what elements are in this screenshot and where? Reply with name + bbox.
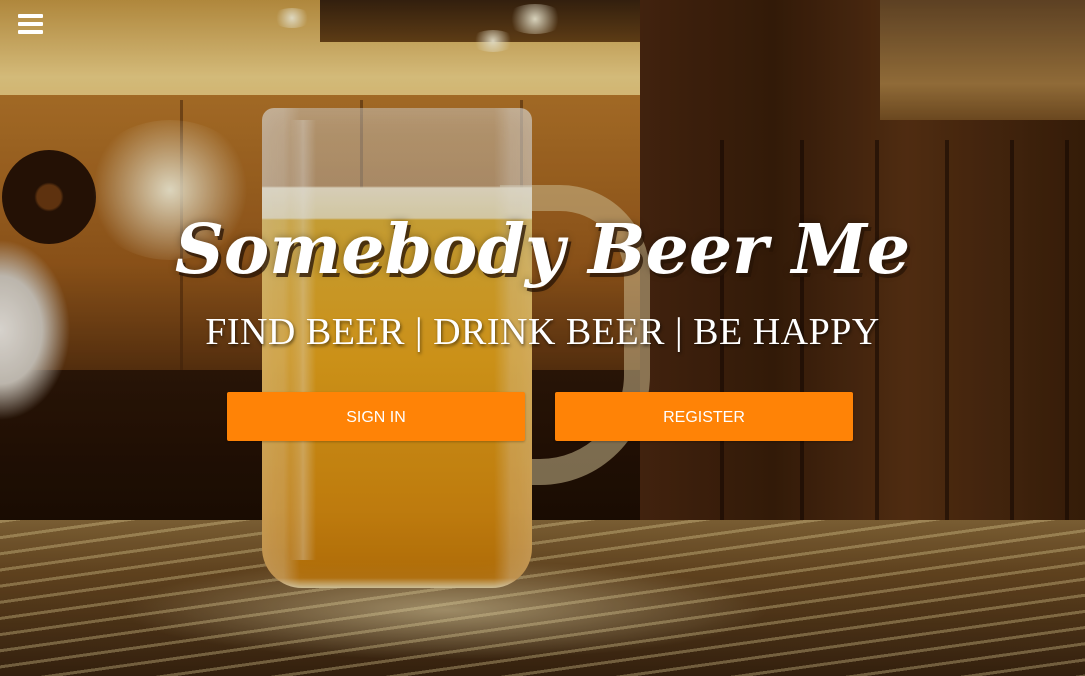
brand-title: Somebody Beer Me — [174, 210, 911, 290]
tagline: FIND BEER | DRINK BEER | BE HAPPY — [205, 311, 880, 353]
menu-icon-bar — [18, 14, 43, 18]
hero-section: Somebody Beer Me FIND BEER | DRINK BEER … — [0, 200, 1085, 352]
sign-in-button[interactable]: SIGN IN — [227, 392, 525, 441]
menu-icon-bar — [18, 30, 43, 34]
register-button[interactable]: REGISTER — [555, 392, 853, 441]
hamburger-menu-icon[interactable] — [14, 10, 48, 40]
menu-icon-bar — [18, 22, 43, 26]
